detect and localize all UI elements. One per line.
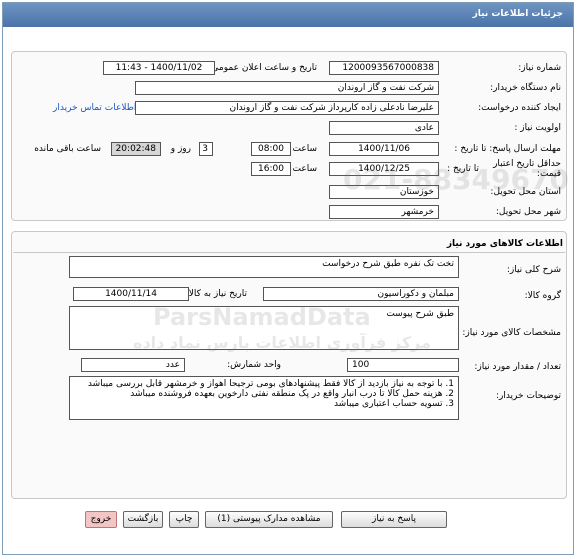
validity-time-label: ساعت (292, 164, 318, 174)
specs-label: مشخصات کالای مورد نیاز: (462, 328, 561, 338)
reply-button[interactable]: پاسخ به نیاز (341, 511, 447, 528)
deadline-date-field: 1400/11/06 (329, 142, 439, 156)
need-date-field: 1400/11/14 (73, 287, 189, 301)
remaining-time-field: 20:02:48 (111, 142, 161, 156)
validity-time-field: 16:00 (251, 162, 291, 176)
days-and-label: روز و (170, 144, 191, 154)
buyer-notes-label: توضیحات خریدار: (495, 391, 561, 401)
city-label: شهر محل تحویل: (495, 207, 561, 217)
deadline-time-label: ساعت (292, 144, 318, 154)
buyer-notes-field: 1. با توجه به نیاز بازدید از کالا فقط پی… (69, 376, 459, 420)
city-field: خرمشهر (329, 205, 439, 219)
validity-date-field: 1400/12/25 (329, 162, 439, 176)
priority-field: عادی (329, 121, 439, 135)
exit-button[interactable]: خروج (85, 511, 117, 528)
qty-field: 100 (347, 358, 459, 372)
buyer-note-line: 2. هزینه حمل کالا تا درب انبار واقع در پ… (130, 389, 454, 399)
need-info-panel (11, 51, 567, 221)
need-number-field: 1200093567000838 (329, 61, 439, 75)
goods-group-field: مبلمان و دکوراسیون (263, 287, 459, 301)
buyer-contact-link[interactable]: اطلاعات تماس خریدار (53, 103, 136, 113)
until-date-label: تا تاریخ : (447, 164, 479, 174)
goods-group-label: گروه کالا: (524, 291, 561, 301)
min-validity-label-2: قیمت: (536, 169, 561, 179)
deadline-label: مهلت ارسال پاسخ: تا تاریخ : (454, 144, 561, 154)
page-title: جزئیات اطلاعات نیاز (3, 3, 573, 27)
qty-label: تعداد / مقدار مورد نیاز: (474, 362, 561, 372)
creator-field: علیرضا نادعلی زاده کارپرداز شرکت نفت و گ… (135, 101, 439, 115)
announce-field: 1400/11/02 - 11:43 (103, 61, 215, 75)
print-button[interactable]: چاپ (169, 511, 199, 528)
goods-section-title: اطلاعات کالاهای مورد نیاز (446, 239, 563, 249)
specs-field: طبق شرح پیوست (69, 306, 459, 350)
buyer-org-label: نام دستگاه خریدار: (490, 83, 561, 93)
buyer-note-line: 3. تسویه حساب اعتباری میباشد (333, 399, 454, 409)
unit-label: واحد شمارش: (227, 360, 281, 370)
back-button[interactable]: بازگشت (123, 511, 163, 528)
deadline-time-field: 08:00 (251, 142, 291, 156)
general-desc-label: شرح کلی نیاز: (506, 265, 561, 275)
priority-label: اولویت نیاز : (514, 123, 561, 133)
need-number-label: شماره نیاز: (518, 63, 561, 73)
min-validity-label: حداقل تاریخ اعتبار (493, 159, 561, 169)
remaining-days-field: 3 (199, 142, 213, 156)
unit-field: عدد (81, 358, 185, 372)
section-divider (13, 252, 565, 253)
remaining-label: ساعت باقی مانده (34, 144, 101, 154)
need-details-window: جزئیات اطلاعات نیاز شماره نیاز: 12000935… (2, 2, 574, 555)
announce-label: تاریخ و ساعت اعلان عمومی: (208, 63, 317, 73)
province-label: استان محل تحویل: (490, 187, 561, 197)
buyer-org-field: شرکت نفت و گاز اروندان (135, 81, 439, 95)
general-desc-field: تخت تک نفره طبق شرح درخواست (69, 256, 459, 278)
view-attachments-button[interactable]: مشاهده مدارک پیوستی (1) (205, 511, 333, 528)
creator-label: ایجاد کننده درخواست: (478, 103, 561, 113)
province-field: خوزستان (329, 185, 439, 199)
need-date-label: تاریخ نیاز به کالا: (185, 289, 247, 299)
buyer-note-line: 1. با توجه به نیاز بازدید از کالا فقط پی… (87, 379, 454, 389)
